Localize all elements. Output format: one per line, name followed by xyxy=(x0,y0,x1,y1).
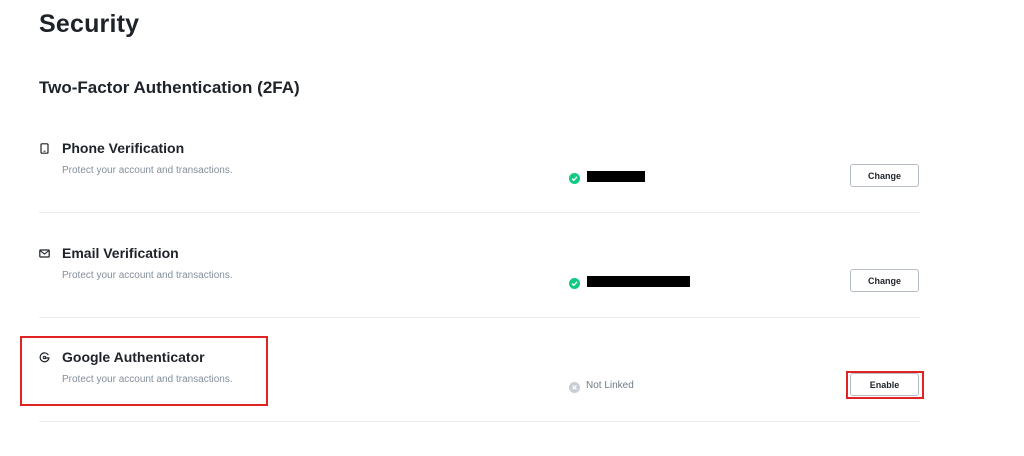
row-title: Phone Verification xyxy=(62,140,185,156)
email-verification-row: Email Verification Protect your account … xyxy=(39,212,920,318)
row-title: Email Verification xyxy=(62,245,179,261)
redacted-email xyxy=(587,275,690,287)
row-description: Protect your account and transactions. xyxy=(62,165,233,176)
change-phone-button[interactable]: Change xyxy=(850,164,919,187)
page-title: Security xyxy=(39,10,140,38)
google-authenticator-row: Google Authenticator Protect your accoun… xyxy=(39,316,920,422)
email-status xyxy=(569,274,690,289)
change-email-button[interactable]: Change xyxy=(850,269,919,292)
x-circle-icon xyxy=(569,380,580,393)
check-circle-icon xyxy=(569,276,580,289)
email-icon xyxy=(39,246,50,258)
redacted-phone-number xyxy=(587,170,645,182)
enable-google-auth-button[interactable]: Enable xyxy=(850,373,919,396)
section-title: Two-Factor Authentication (2FA) xyxy=(39,78,300,97)
row-description: Protect your account and transactions. xyxy=(62,374,233,385)
phone-icon xyxy=(39,141,50,154)
check-circle-icon xyxy=(569,171,580,184)
row-title: Google Authenticator xyxy=(62,349,205,365)
google-authenticator-icon xyxy=(39,350,50,363)
status-text: Not Linked xyxy=(586,379,634,391)
phone-verification-row: Phone Verification Protect your account … xyxy=(39,107,920,213)
row-description: Protect your account and transactions. xyxy=(62,270,233,281)
google-auth-status: Not Linked xyxy=(569,378,634,393)
phone-status xyxy=(569,169,645,184)
